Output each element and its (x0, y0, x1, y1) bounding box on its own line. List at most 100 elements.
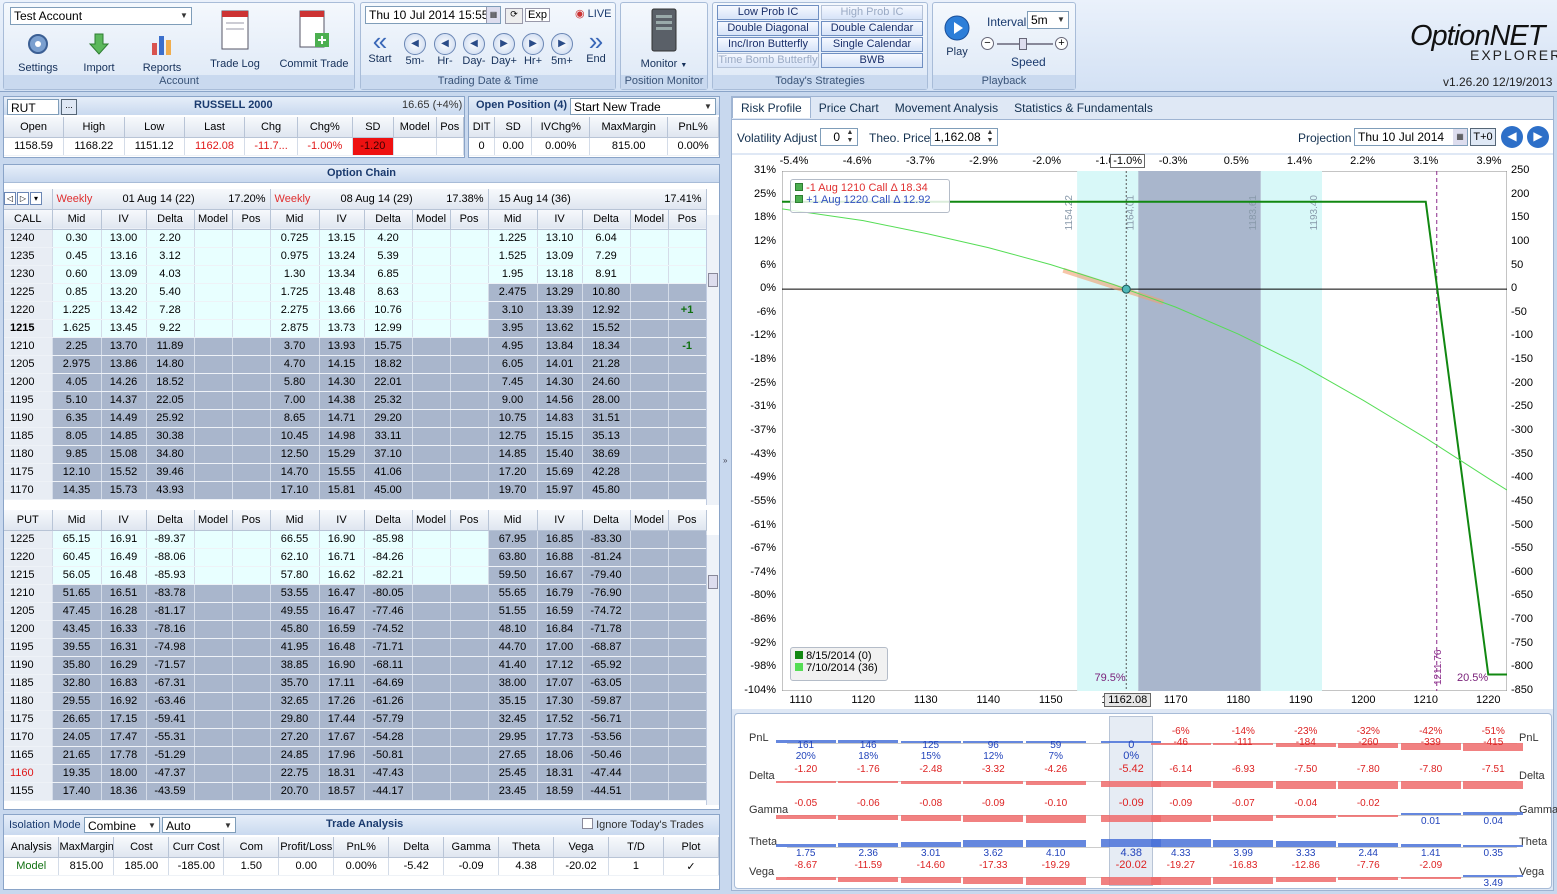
table-row[interactable]: 1200 43.45 16.33 -78.16 45.80 16.59 -74.52 48.1… (4, 620, 707, 639)
position-cell[interactable] (232, 566, 271, 585)
position-cell[interactable] (232, 391, 271, 410)
ignore-todays-trades-checkbox[interactable]: Ignore Today's Trades (582, 818, 704, 831)
exp-button[interactable]: Exp (525, 8, 550, 22)
position-cell[interactable] (668, 584, 707, 603)
account-select[interactable]: Test Account ▼ (10, 7, 192, 25)
commit-trade-button[interactable]: Commit Trade (276, 7, 352, 70)
table-row[interactable]: 1170 24.05 17.47 -55.31 27.20 17.67 -54.28 29.9… (4, 728, 707, 747)
position-cell[interactable] (232, 373, 271, 392)
position-cell[interactable] (668, 373, 707, 392)
position-cell[interactable] (668, 782, 707, 801)
position-cell[interactable] (668, 409, 707, 428)
tab-movement-analysis[interactable]: Movement Analysis (887, 98, 1006, 118)
tab-statistics[interactable]: Statistics & Fundamentals (1006, 98, 1161, 118)
table-row[interactable]: 1205 47.45 16.28 -81.17 49.55 16.47 -77.46 51.5… (4, 602, 707, 621)
table-row[interactable]: 1220 60.45 16.49 -88.06 62.10 16.71 -84.26 63.8… (4, 548, 707, 567)
expiration-header-1[interactable]: Weekly 08 Aug 14 (29) 17.38% (270, 189, 489, 210)
position-cell[interactable] (450, 409, 489, 428)
nav-day-back-button[interactable]: ◀ Day- (459, 33, 489, 67)
position-cell[interactable] (450, 319, 489, 338)
nav-hr-fwd-button[interactable]: ▶ Hr+ (519, 33, 547, 67)
position-cell[interactable] (450, 283, 489, 302)
nav-end-button[interactable]: » End (581, 28, 611, 65)
table-row[interactable]: 1165 21.65 17.78 -51.29 24.85 17.96 -50.81 27.6… (4, 746, 707, 765)
theo-price-stepper[interactable]: 1,162.08 ▲ ▼ (930, 128, 998, 146)
position-cell[interactable] (232, 481, 271, 500)
risk-chart[interactable]: 1154.22 1164.01 1183.61 1193.40 1211.76 79.5%… (732, 154, 1553, 709)
table-row[interactable]: 1180 29.55 16.92 -63.46 32.65 17.26 -61.26 35.1… (4, 692, 707, 711)
dropdown-icon[interactable]: ▾ (30, 192, 42, 206)
position-cell[interactable] (450, 463, 489, 482)
live-toggle[interactable]: ◉ LIVE (575, 7, 612, 20)
chain-nav[interactable]: ◁ ▷ ▾ (4, 189, 53, 210)
position-cell[interactable] (450, 764, 489, 783)
position-cell[interactable] (450, 427, 489, 446)
position-cell[interactable] (450, 530, 489, 549)
settings-button[interactable]: Settings (12, 31, 64, 74)
position-cell[interactable] (232, 427, 271, 446)
stepper-icon[interactable]: ▲ ▼ (843, 129, 857, 145)
position-cell[interactable] (668, 463, 707, 482)
table-row[interactable]: 1210 51.65 16.51 -83.78 53.55 16.47 -80.05 55.6… (4, 584, 707, 603)
table-row[interactable]: 1215 1.625 13.45 9.22 2.875 13.73 12.99 3.95 13.… (4, 319, 707, 338)
play-button[interactable]: Play (939, 15, 975, 58)
position-cell[interactable] (668, 265, 707, 284)
position-cell[interactable] (232, 283, 271, 302)
position-cell[interactable] (450, 566, 489, 585)
trade-select[interactable]: Start New Trade ▼ (570, 98, 716, 115)
position-cell[interactable] (668, 229, 707, 248)
nav-5m-back-button[interactable]: ◀ 5m- (401, 33, 429, 67)
position-cell[interactable] (450, 247, 489, 266)
position-cell[interactable] (232, 548, 271, 567)
position-cell[interactable] (232, 620, 271, 639)
stepper-icon[interactable]: ▲ ▼ (983, 129, 997, 145)
expiration-header-0[interactable]: Weekly 01 Aug 14 (22) 17.20% (52, 189, 271, 210)
position-cell[interactable] (450, 692, 489, 711)
position-cell[interactable] (232, 782, 271, 801)
position-cell[interactable] (232, 602, 271, 621)
refresh-icon[interactable]: ⟳ (505, 8, 523, 24)
nav-start-button[interactable]: «Start (365, 28, 395, 65)
table-row[interactable]: 1225 65.15 16.91 -89.37 66.55 16.90 -85.98 67.9… (4, 530, 707, 549)
strategy-double-calendar[interactable]: Double Calendar (821, 21, 923, 36)
position-cell[interactable] (450, 355, 489, 374)
table-row[interactable]: 1185 8.05 14.85 30.38 10.45 14.98 33.11 12.75 15… (4, 427, 707, 446)
import-button[interactable]: Import (74, 31, 124, 74)
position-cell[interactable] (668, 602, 707, 621)
table-row[interactable]: 1175 26.65 17.15 -59.41 29.80 17.44 -57.79 32.4… (4, 710, 707, 729)
speed-slider[interactable]: − + (981, 37, 1069, 51)
position-cell[interactable] (668, 530, 707, 549)
position-cell[interactable] (232, 337, 271, 356)
position-cell[interactable] (232, 710, 271, 729)
position-cell[interactable]: -1 (668, 337, 707, 356)
monitor-button[interactable]: Monitor ▼ (631, 7, 697, 70)
position-cell[interactable] (232, 656, 271, 675)
calendar-picker-icon[interactable]: ▦ (486, 7, 500, 23)
table-row[interactable]: 1195 5.10 14.37 22.05 7.00 14.38 25.32 9.00 14.5… (4, 391, 707, 410)
t0-button[interactable]: T+0 (1470, 128, 1496, 146)
table-row[interactable]: 1230 0.60 13.09 4.03 1.30 13.34 6.85 1.95 13.18 8… (4, 265, 707, 284)
position-cell[interactable] (668, 391, 707, 410)
table-row[interactable]: 1205 2.975 13.86 14.80 4.70 14.15 18.82 6.05 14.… (4, 355, 707, 374)
volatility-adjust-stepper[interactable]: 0 ▲ ▼ (820, 128, 858, 146)
table-row[interactable]: 1210 2.25 13.70 11.89 3.70 13.93 15.75 4.95 13.8… (4, 337, 707, 356)
table-row[interactable]: 1155 17.40 18.36 -43.59 20.70 18.57 -44.17 23.4… (4, 782, 707, 801)
position-cell[interactable] (232, 355, 271, 374)
strategy-low-prob-ic[interactable]: Low Prob IC (717, 5, 819, 20)
position-cell[interactable] (232, 229, 271, 248)
tab-price-chart[interactable]: Price Chart (811, 98, 887, 118)
position-cell[interactable] (450, 229, 489, 248)
position-cell[interactable] (668, 319, 707, 338)
position-cell[interactable] (668, 445, 707, 464)
position-cell[interactable] (668, 764, 707, 783)
position-cell[interactable] (450, 656, 489, 675)
position-cell[interactable] (450, 746, 489, 765)
table-row[interactable]: 1190 35.80 16.29 -71.57 38.85 16.90 -68.11 41.4… (4, 656, 707, 675)
position-cell[interactable] (668, 481, 707, 500)
position-cell[interactable] (450, 728, 489, 747)
position-cell[interactable] (232, 319, 271, 338)
position-cell[interactable] (450, 584, 489, 603)
table-row[interactable]: 1180 9.85 15.08 34.80 12.50 15.29 37.10 14.85 15… (4, 445, 707, 464)
arrow-left-icon[interactable]: ◀ (1501, 126, 1523, 148)
position-cell[interactable] (232, 530, 271, 549)
